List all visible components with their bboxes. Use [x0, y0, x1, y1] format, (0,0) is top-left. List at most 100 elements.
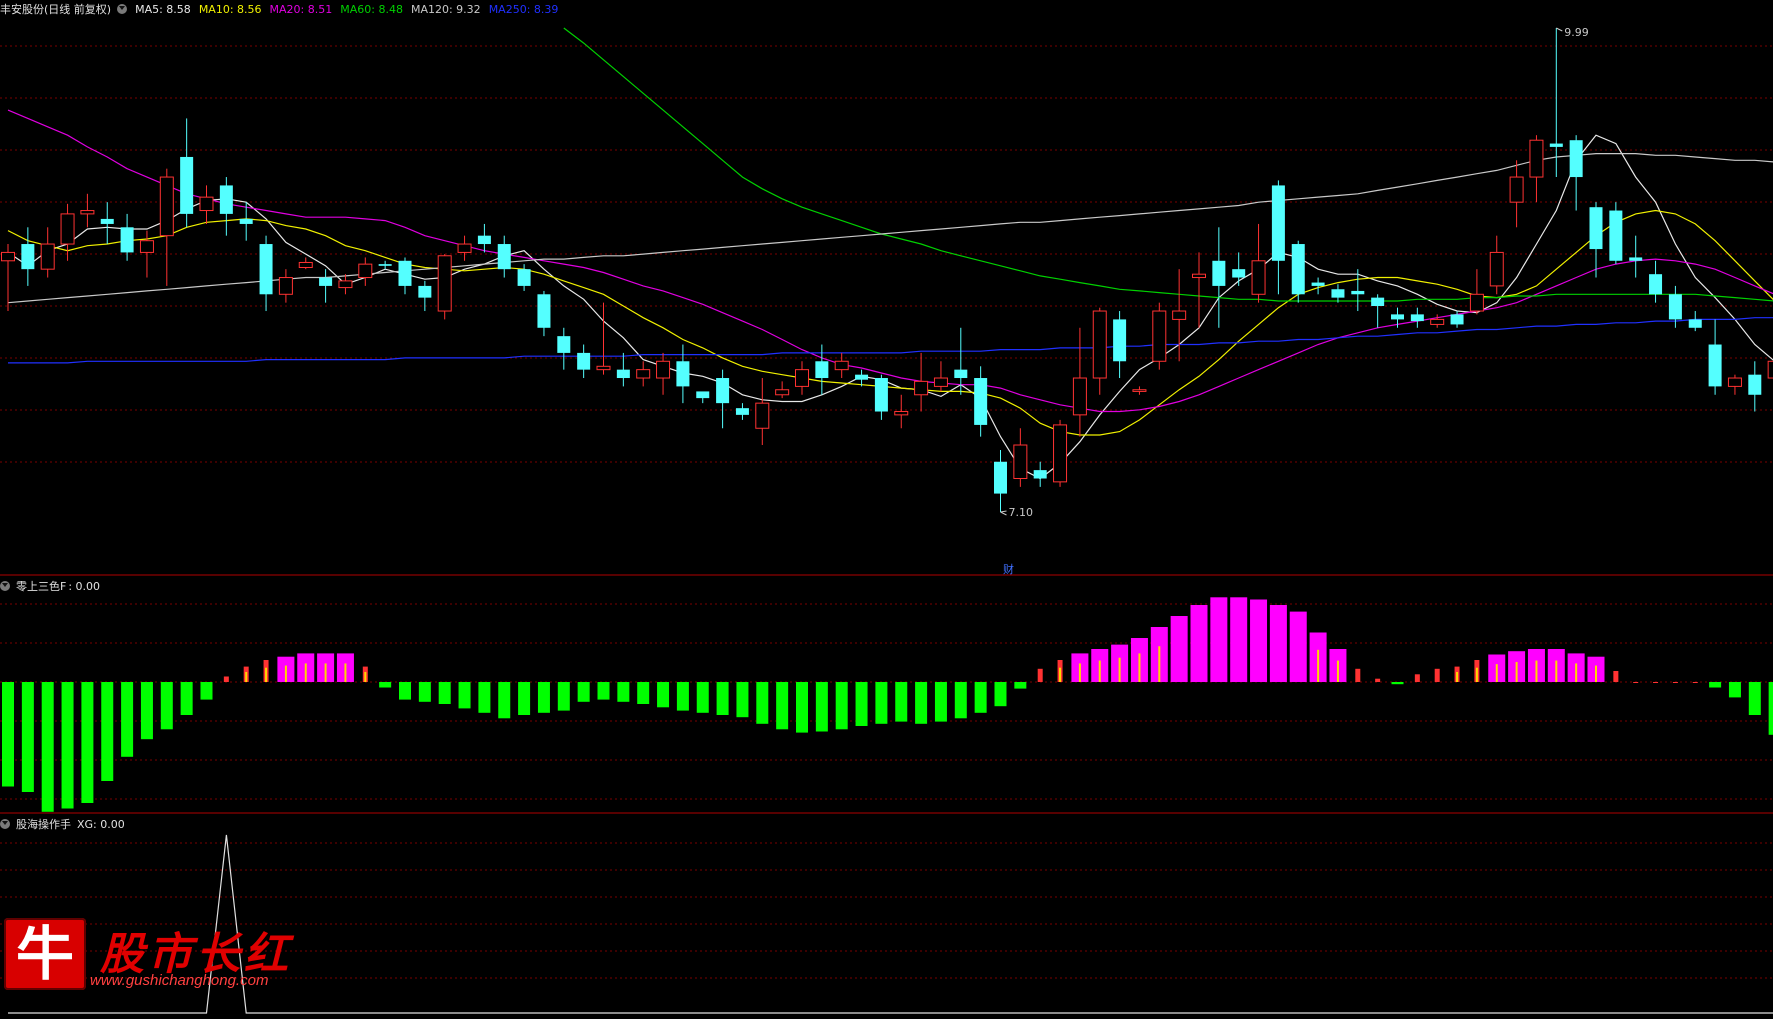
- financial-report-marker[interactable]: 财: [1003, 562, 1014, 576]
- candle-body: [1072, 377, 1087, 416]
- indicator-bar-inner: [1456, 671, 1459, 682]
- candle-body: [457, 243, 472, 253]
- indicator-bar-inner: [1336, 660, 1339, 682]
- indicator-bar-positive: [1190, 605, 1208, 682]
- candle-body: [497, 244, 511, 270]
- candle-body: [1013, 444, 1028, 480]
- candle-body: [1371, 297, 1385, 307]
- indicator-bar-positive: [1653, 682, 1659, 683]
- indicator-bar-inner: [1118, 657, 1121, 682]
- candle-body: [338, 280, 353, 289]
- candle-body: [537, 294, 551, 328]
- indicator-bar-negative: [379, 682, 392, 688]
- watermark-url: www.gushichanghong.com: [90, 972, 269, 989]
- indicator-bar-negative: [796, 682, 808, 733]
- candle-body: [1391, 314, 1404, 320]
- candle-body: [636, 369, 651, 379]
- candle-body: [577, 352, 591, 370]
- indicator-bar-positive: [1269, 605, 1287, 682]
- indicator-bar-negative: [518, 682, 531, 715]
- indicator-bar-negative: [140, 682, 153, 740]
- indicator-bar-negative: [81, 682, 94, 803]
- indicator-bar-negative: [954, 682, 967, 719]
- candle-body: [159, 176, 174, 237]
- candle-body: [1172, 310, 1187, 320]
- indicator-bar-negative: [101, 682, 114, 781]
- indicator-bar-inner: [1575, 663, 1578, 682]
- candle-body: [437, 255, 452, 312]
- grid-lines: [0, 45, 1773, 979]
- candle-body: [278, 277, 293, 295]
- indicator-bar-negative: [21, 682, 34, 792]
- indicator-bar-negative: [537, 682, 550, 713]
- indicator-bar-positive: [1289, 611, 1307, 682]
- ma-line-ma250: [8, 317, 1773, 364]
- dropdown-toggle-icon[interactable]: [0, 581, 10, 591]
- indicator-bar-negative: [180, 682, 193, 715]
- candle-body: [834, 360, 849, 371]
- indicator-1-header: 零上三色F : 0.00: [0, 578, 100, 594]
- indicator-bar-negative: [657, 682, 670, 708]
- dropdown-toggle-icon[interactable]: [0, 819, 10, 829]
- indicator-bar-inner: [1595, 665, 1597, 682]
- indicator-bar-negative: [577, 682, 590, 702]
- candle-body: [676, 361, 690, 387]
- candle-body: [1469, 293, 1484, 312]
- ma-legend-item: MA10: 8.56: [198, 2, 262, 16]
- candle-body: [100, 218, 114, 224]
- candle-body: [319, 277, 333, 286]
- indicator-bar-negative: [915, 682, 928, 724]
- candle-body: [1092, 310, 1107, 379]
- candle-body: [596, 365, 611, 371]
- ma-legend-item: MA120: 9.32: [410, 2, 481, 16]
- ma-legend-item: MA5: 8.58: [135, 2, 191, 16]
- candle-body: [874, 378, 888, 412]
- candle-body: [259, 244, 273, 295]
- candle-body: [1668, 294, 1682, 320]
- indicator-bar-negative: [835, 682, 848, 730]
- candle-body: [1629, 257, 1643, 261]
- high-arrow: [1556, 27, 1563, 32]
- indicator-bar-negative: [1768, 682, 1773, 735]
- indicator-bar-negative: [2, 682, 14, 787]
- candle-body: [1351, 290, 1365, 295]
- indicator-bar-positive: [1414, 674, 1420, 682]
- indicator-bar-negative: [875, 682, 888, 724]
- indicator-bar-inner: [304, 663, 307, 682]
- indicator-bar-negative: [1391, 682, 1404, 685]
- stock-chart-canvas[interactable]: 9.99 7.10 财: [0, 0, 1773, 1019]
- candle-body: [180, 156, 194, 214]
- indicator-bar-negative: [1728, 682, 1741, 698]
- indicator-1-name: 零上三色F: [16, 580, 67, 593]
- indicator-bar-inner: [1078, 663, 1081, 682]
- candle-body: [616, 369, 630, 379]
- candle-body: [1271, 185, 1285, 261]
- candle-body: [1430, 318, 1445, 325]
- candle-body: [378, 264, 392, 266]
- indicator-bar-positive: [1230, 597, 1248, 682]
- candle-body: [1251, 260, 1266, 295]
- indicator-bar-inner: [344, 663, 347, 682]
- indicator-bar-negative: [1014, 682, 1027, 689]
- indicator-bar-positive: [1210, 597, 1228, 682]
- indicator-bar-negative: [438, 682, 451, 704]
- candle-body: [1688, 319, 1702, 328]
- candle-body: [1708, 344, 1722, 387]
- candle-body: [775, 389, 790, 396]
- candlestick-series[interactable]: [1, 28, 1773, 512]
- candle-body: [1450, 314, 1464, 325]
- indicator-1-bars[interactable]: [2, 597, 1773, 812]
- candle-body: [477, 235, 491, 245]
- indicator-bar-inner: [1515, 661, 1518, 682]
- indicator-bar-negative: [736, 682, 749, 718]
- price-panel-header: 丰安股份(日线 前复权) MA5: 8.58 MA10: 8.56 MA20: 8.…: [0, 1, 564, 17]
- indicator-bar-inner: [1317, 649, 1320, 682]
- candle-body: [120, 227, 134, 253]
- dropdown-toggle-icon[interactable]: [117, 4, 128, 14]
- candle-body: [894, 411, 909, 416]
- ma-line-ma20: [7, 109, 1773, 413]
- bull-glyph: 牛: [15, 920, 74, 988]
- candle-body: [1331, 289, 1345, 298]
- indicator-bar-negative: [478, 682, 491, 713]
- candle-body: [199, 196, 214, 212]
